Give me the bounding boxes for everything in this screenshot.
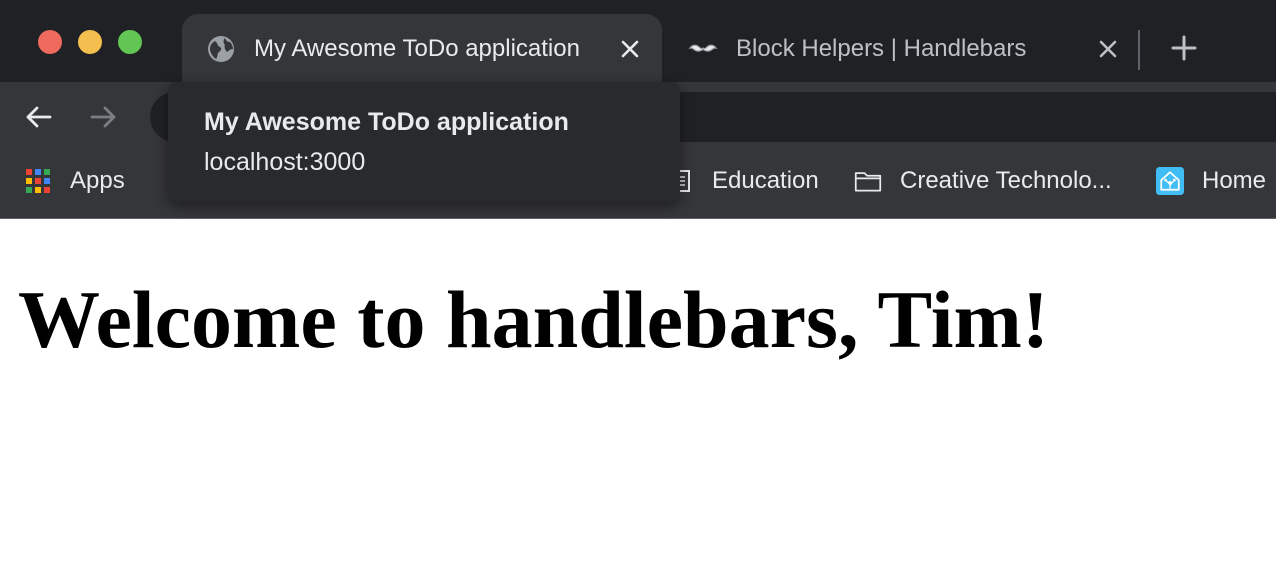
bookmark-label: Home (1202, 167, 1267, 194)
hover-card-title: My Awesome ToDo application (204, 108, 569, 136)
tab-separator (1138, 30, 1140, 70)
bookmark-folder-creative[interactable]: Creative Technolo... (854, 164, 1112, 198)
bookmark-education[interactable]: Education (666, 164, 819, 198)
arrow-left-icon[interactable] (22, 100, 56, 134)
hover-card-url: localhost:3000 (204, 148, 366, 176)
tab-block-helpers[interactable]: Block Helpers | Handlebars (664, 14, 1134, 82)
home-assistant-icon (1156, 167, 1184, 195)
page-content: Welcome to handlebars, Tim! (0, 219, 1276, 574)
bookmark-label: Education (712, 167, 819, 194)
handlebars-mustache-icon (688, 44, 718, 52)
tab-strip: My Awesome ToDo application Block Helper… (0, 0, 1276, 82)
globe-icon (208, 36, 234, 62)
apps-grid-icon (26, 169, 50, 193)
window-zoom-button[interactable] (118, 30, 142, 54)
bookmark-label: Creative Technolo... (900, 167, 1112, 194)
window-minimize-button[interactable] (78, 30, 102, 54)
tab-todo-app[interactable]: My Awesome ToDo application (182, 14, 662, 82)
tab-hover-card: My Awesome ToDo application localhost:30… (168, 82, 680, 202)
window-close-button[interactable] (38, 30, 62, 54)
folder-icon (854, 172, 882, 192)
bookmark-label: Apps (70, 167, 125, 194)
close-tab-icon[interactable] (615, 34, 645, 64)
bookmark-home[interactable]: Home (1156, 164, 1266, 198)
arrow-right-icon[interactable] (86, 100, 120, 134)
page-heading: Welcome to handlebars, Tim! (18, 274, 1050, 365)
tab-title: My Awesome ToDo application (254, 35, 580, 62)
tab-title: Block Helpers | Handlebars (736, 35, 1027, 62)
bookmark-apps[interactable]: Apps (24, 164, 125, 198)
plus-icon[interactable] (1168, 32, 1200, 64)
close-tab-icon[interactable] (1093, 34, 1123, 64)
